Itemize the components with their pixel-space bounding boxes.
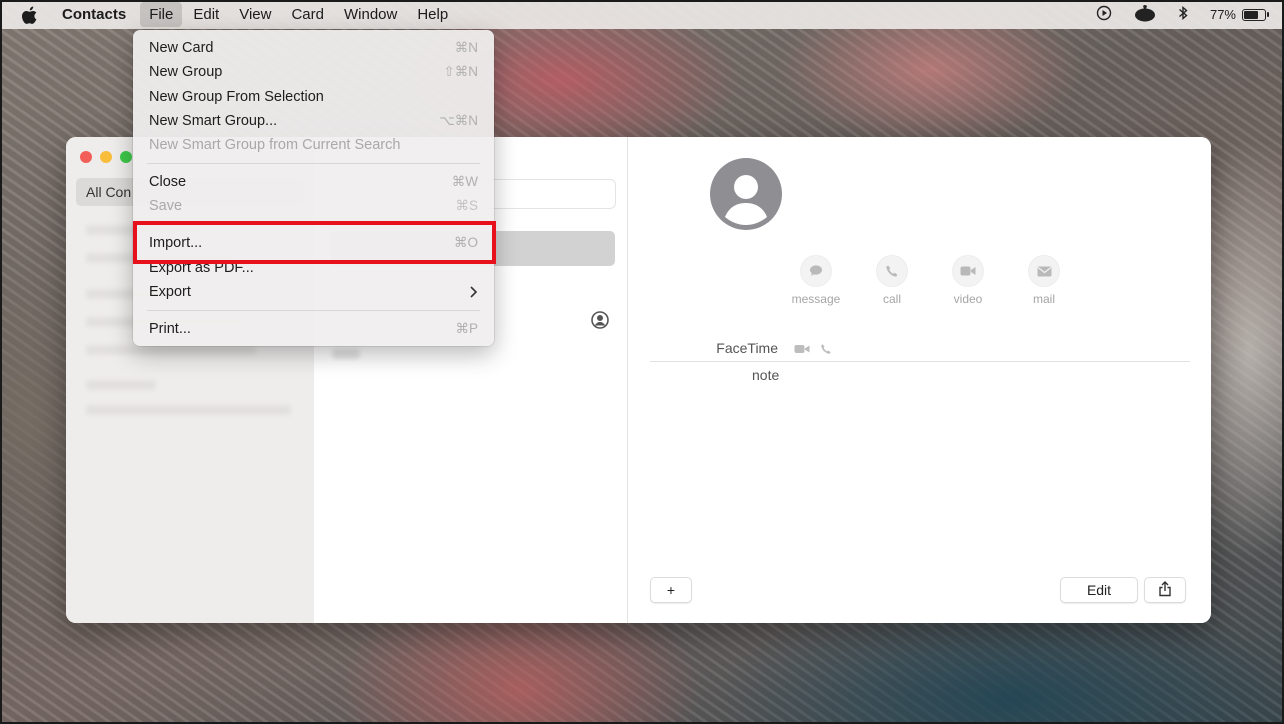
menu-view[interactable]: View [230,2,280,27]
menu-item-shortcut: ⇧⌘N [443,64,478,79]
facetime-label: FaceTime [716,340,778,356]
facetime-icons [794,342,832,360]
menu-item-label: Print... [149,321,191,337]
menu-item-shortcut: ⌘S [455,198,478,213]
message-icon [800,255,832,287]
menu-item-label: Close [149,174,187,190]
menu-item-label: Export [149,284,191,300]
action-video-label: video [953,292,983,306]
action-message-label: message [791,292,841,306]
menu-file[interactable]: File [140,2,183,27]
menu-edit[interactable]: Edit [184,2,228,27]
facetime-audio-icon[interactable] [820,342,832,360]
facetime-row: FaceTime [650,339,1190,362]
video-icon [952,255,984,287]
menu-item-label: New Smart Group from Current Search [149,137,401,153]
battery-indicator[interactable]: 77% [1209,7,1269,22]
menu-item-new-group[interactable]: New Group ⇧⌘N [149,61,478,83]
apple-icon[interactable] [22,6,40,24]
menu-item-label: New Card [149,40,214,56]
sidebar-blurred-item [86,405,291,415]
menu-item-print[interactable]: Print... ⌘P [149,318,478,340]
menu-separator [147,310,480,311]
contact-list-blurred-item [332,349,360,359]
file-menu-dropdown: New Card ⌘N New Group ⇧⌘N New Group From… [133,30,494,346]
menu-item-label: New Group From Selection [149,89,324,105]
menu-item-new-smart-group-from-search: New Smart Group from Current Search [149,134,478,156]
add-field-button[interactable]: + [650,577,692,603]
action-mail-label: mail [1032,292,1055,306]
battery-icon [1242,8,1269,21]
menu-item-label: Save [149,198,183,214]
action-message[interactable]: message [778,255,854,306]
share-button[interactable] [1144,577,1186,603]
minimize-window-button[interactable] [100,151,112,163]
menu-window[interactable]: Window [335,2,406,27]
contact-detail-pane: message call video mail FaceTime note + … [628,137,1211,623]
phone-icon [876,255,908,287]
menu-item-shortcut: ⌘N [454,40,478,55]
chevron-right-icon [468,285,478,299]
menu-item-new-smart-group[interactable]: New Smart Group... ⌥⌘N [149,110,478,132]
menu-item-shortcut: ⌥⌘N [439,113,478,128]
action-video[interactable]: video [930,255,1006,306]
contact-avatar-icon [710,158,782,230]
menu-item-new-card[interactable]: New Card ⌘N [149,37,478,59]
action-mail[interactable]: mail [1006,255,1082,306]
battery-percent: 77% [1209,7,1236,22]
menu-item-shortcut: ⌘W [451,174,478,189]
menu-item-save: Save ⌘S [149,195,478,217]
menu-item-label: New Smart Group... [149,113,278,129]
menu-bar: Contacts File Edit View Card Window Help… [0,0,1284,29]
window-controls [80,151,132,163]
bluetooth-icon[interactable] [1178,5,1188,24]
close-window-button[interactable] [80,151,92,163]
action-call[interactable]: call [854,255,930,306]
menu-item-export[interactable]: Export [149,281,478,303]
share-icon [1158,580,1172,600]
menu-item-label: Export as PDF... [149,260,254,276]
menu-help[interactable]: Help [408,2,457,27]
menu-item-import[interactable]: Import... ⌘O [149,232,478,254]
battery-fill [1244,10,1258,19]
menu-separator [147,163,480,164]
status-app-icon[interactable] [1134,4,1156,25]
menu-separator [147,224,480,225]
menu-item-export-as-pdf[interactable]: Export as PDF... [149,257,478,279]
me-card-icon [590,310,610,330]
menu-card[interactable]: Card [282,2,333,27]
sidebar-blurred-item [86,345,256,355]
menu-item-close[interactable]: Close ⌘W [149,171,478,193]
zoom-window-button[interactable] [120,151,132,163]
facetime-video-icon[interactable] [794,342,810,360]
menu-item-shortcut: ⌘O [453,235,478,250]
edit-button[interactable]: Edit [1060,577,1138,603]
menu-item-label: Import... [149,235,203,251]
menu-item-shortcut: ⌘P [455,321,478,336]
sidebar-blurred-item [86,380,156,390]
note-label: note [752,367,780,383]
play-icon[interactable] [1096,5,1112,24]
menu-item-new-group-from-selection[interactable]: New Group From Selection [149,86,478,108]
action-call-label: call [882,292,901,306]
menu-item-label: New Group [149,64,223,80]
mail-icon [1028,255,1060,287]
app-name[interactable]: Contacts [62,6,126,23]
contact-actions: message call video mail [778,255,1082,306]
